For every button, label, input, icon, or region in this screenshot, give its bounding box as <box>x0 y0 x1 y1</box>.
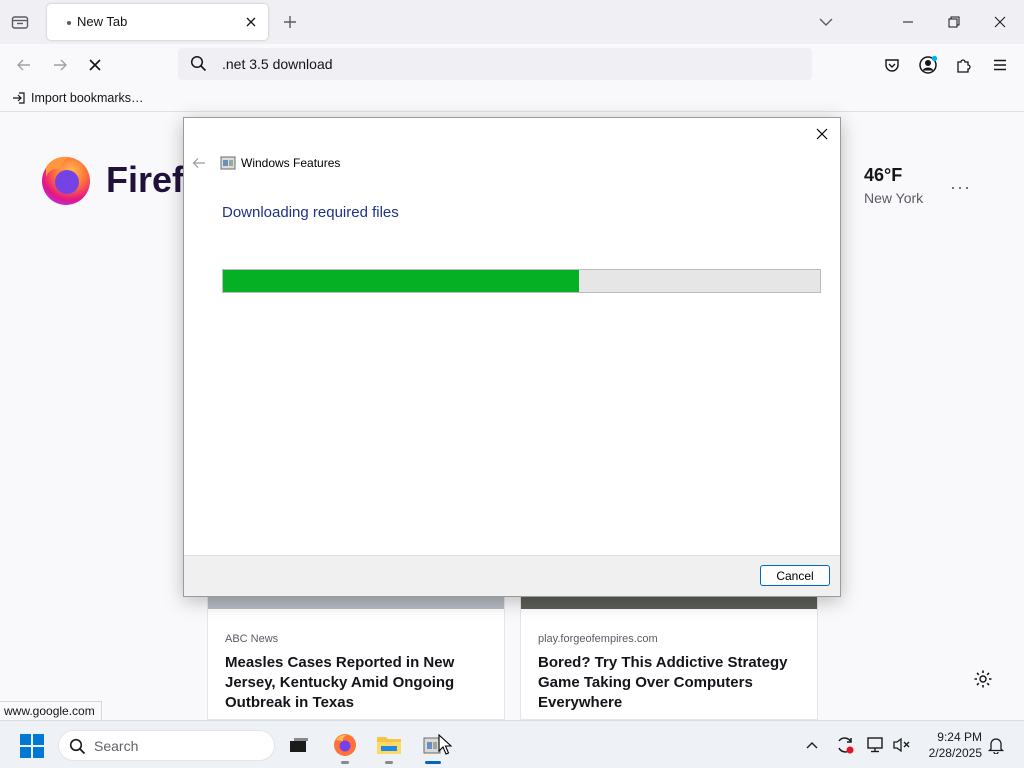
story-headline: Measles Cases Reported in New Jersey, Ke… <box>225 654 455 711</box>
forward-button[interactable] <box>49 54 71 76</box>
sync-tray-button[interactable] <box>835 735 855 755</box>
task-view-icon <box>290 738 308 752</box>
minimize-button[interactable] <box>898 12 918 32</box>
extensions-button[interactable] <box>953 54 975 76</box>
network-icon <box>867 737 883 753</box>
running-indicator <box>341 761 349 764</box>
task-view-button[interactable] <box>284 729 314 761</box>
sync-icon <box>838 737 854 754</box>
search-icon <box>69 738 86 755</box>
tab-loading-dot <box>67 21 71 25</box>
minimize-icon <box>903 21 913 23</box>
taskbar-search-label: Search <box>94 738 139 754</box>
clock-date: 2/28/2025 <box>928 746 982 760</box>
bell-icon <box>987 738 1005 754</box>
close-window-button[interactable] <box>990 12 1010 32</box>
hamburger-menu-icon <box>994 59 1006 71</box>
story-source: play.forgeofempires.com <box>538 633 658 645</box>
close-icon <box>246 17 256 27</box>
stop-button[interactable] <box>84 54 106 76</box>
new-tab-button[interactable] <box>280 12 300 32</box>
import-bookmarks-button[interactable]: Import bookmarks… <box>12 91 144 105</box>
forward-arrow-icon <box>54 59 67 71</box>
weather-widget[interactable]: 46°F New York <box>864 165 923 206</box>
story-image <box>521 597 817 609</box>
account-icon <box>919 55 938 74</box>
tab-close-button[interactable] <box>242 13 260 31</box>
story-image <box>208 597 504 609</box>
show-hidden-icons-button[interactable] <box>802 735 822 755</box>
volume-tray-button[interactable] <box>892 735 912 755</box>
taskbar-app-file-explorer[interactable] <box>374 729 404 764</box>
navigation-toolbar: .net 3.5 download <box>0 44 1024 86</box>
story-source: ABC News <box>225 633 279 645</box>
weather-more-button[interactable]: ··· <box>950 177 971 198</box>
active-indicator <box>425 761 441 764</box>
chevron-up-icon <box>806 742 818 749</box>
taskbar-app-firefox[interactable] <box>330 729 360 764</box>
firefox-taskbar-icon <box>334 734 356 756</box>
download-progress-fill <box>223 270 580 292</box>
dialog-close-button[interactable] <box>812 124 832 144</box>
tab-title: New Tab <box>77 14 128 29</box>
list-all-tabs-icon <box>11 16 29 29</box>
import-icon <box>13 92 25 104</box>
extensions-icon <box>957 59 971 73</box>
weather-temperature: 46°F <box>864 165 903 185</box>
dialog-footer: Cancel <box>184 555 840 596</box>
dialog-back-button[interactable] <box>190 154 208 172</box>
close-icon <box>994 16 1006 28</box>
network-tray-button[interactable] <box>866 735 886 755</box>
file-explorer-icon <box>377 737 401 754</box>
bookmarks-toolbar: Import bookmarks… <box>0 86 1024 112</box>
back-button[interactable] <box>13 54 35 76</box>
story-card[interactable]: play.forgeofempires.com Bored? Try This … <box>520 596 818 720</box>
back-arrow-icon <box>17 59 30 71</box>
volume-muted-icon <box>893 737 910 753</box>
taskbar: Search 9:24 PM 2/28/2025 <box>0 720 1024 768</box>
firefox-logo-icon <box>42 156 90 205</box>
back-arrow-icon <box>192 158 205 168</box>
url-bar[interactable]: .net 3.5 download <box>178 48 812 80</box>
restore-icon <box>948 16 960 28</box>
tabs-menu-button[interactable] <box>817 13 835 31</box>
chevron-down-icon <box>819 18 833 26</box>
notifications-button[interactable] <box>986 735 1006 755</box>
stop-icon <box>89 59 101 71</box>
taskbar-search-box[interactable]: Search <box>58 730 275 761</box>
url-bar-value[interactable]: .net 3.5 download <box>222 56 333 72</box>
story-headline: Bored? Try This Addictive Strategy Game … <box>538 654 788 711</box>
search-icon <box>190 55 207 72</box>
app-menu-button[interactable] <box>989 54 1011 76</box>
list-all-tabs-button[interactable] <box>8 10 32 34</box>
account-button[interactable] <box>917 54 939 76</box>
weather-city: New York <box>864 190 924 206</box>
gear-icon[interactable] <box>973 669 993 689</box>
running-indicator <box>385 761 393 764</box>
system-clock[interactable]: 9:24 PM 2/28/2025 <box>920 729 982 761</box>
close-icon <box>816 128 828 140</box>
pocket-icon <box>885 58 899 72</box>
plus-icon <box>284 16 296 28</box>
story-card[interactable]: ABC News Measles Cases Reported in New J… <box>207 596 505 720</box>
import-bookmarks-label: Import bookmarks… <box>31 91 144 105</box>
tab-strip: New Tab <box>0 0 1024 44</box>
download-progress-bar <box>222 269 821 293</box>
windows-start-icon[interactable] <box>20 734 44 758</box>
windows-features-dialog: Windows Features Downloading required fi… <box>183 117 841 597</box>
pocket-button[interactable] <box>881 54 903 76</box>
tab-new-tab[interactable]: New Tab <box>47 4 268 40</box>
cancel-button[interactable]: Cancel <box>760 565 830 586</box>
dialog-title: Windows Features <box>241 156 341 170</box>
restore-button[interactable] <box>944 12 964 32</box>
mouse-cursor-icon <box>438 734 452 755</box>
clock-time: 9:24 PM <box>937 730 982 744</box>
windows-features-icon <box>220 156 236 170</box>
dialog-heading: Downloading required files <box>222 204 399 221</box>
status-url: www.google.com <box>0 701 102 720</box>
